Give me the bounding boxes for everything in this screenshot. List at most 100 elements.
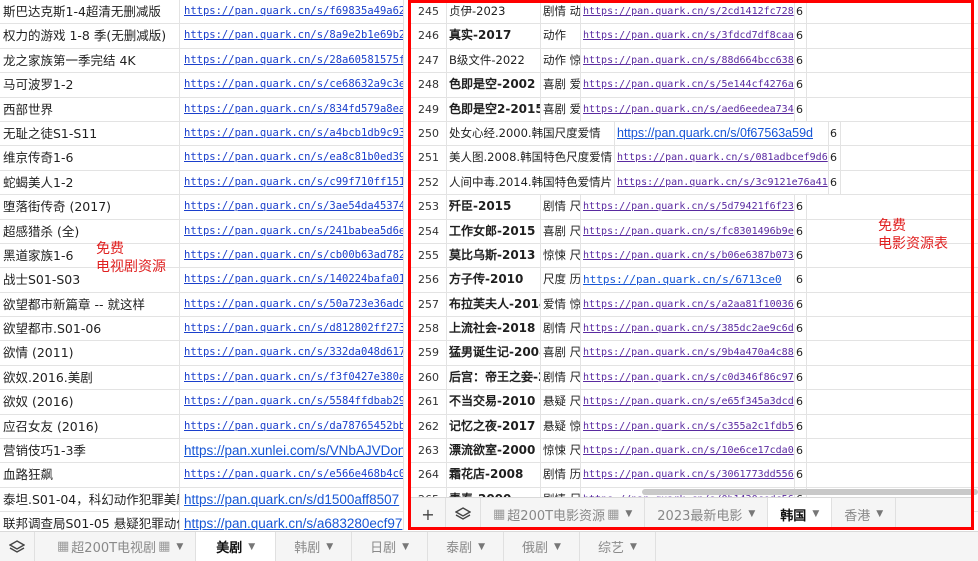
movie-link-cell[interactable]: https://pan.quark.cn/s/10e6ce17cda0 — [581, 439, 795, 463]
tv-link-cell[interactable]: https://pan.quark.cn/s/ea8c81b0ed39 — [180, 146, 404, 170]
movie-link-cell[interactable]: https://pan.quark.cn/s/c355a2c1fdb5 — [581, 414, 795, 439]
extra-cell[interactable]: 6 — [795, 341, 807, 365]
sheet-list-button[interactable] — [446, 498, 481, 530]
tv-title-cell[interactable]: 无耻之徒S1-S11 — [0, 121, 180, 146]
tv-title-cell[interactable]: 堕落街传奇 (2017) — [0, 195, 180, 219]
tv-title-cell[interactable]: 龙之家族第一季完结 4K — [0, 48, 180, 73]
movie-genre-cell[interactable]: 惊悚 尺度 家 — [541, 243, 581, 268]
movie-title-cell[interactable]: 歼臣-2015 — [447, 195, 541, 219]
tab-korea[interactable]: 韩国 ▼ — [768, 498, 833, 530]
movie-genre-cell[interactable]: 喜剧 爱情 月 — [541, 97, 581, 121]
tv-title-cell[interactable]: 欲奴.2016.美剧 — [0, 365, 180, 390]
tv-title-cell[interactable]: 蛇蝎美人1-2 — [0, 170, 180, 195]
movie-genre-cell[interactable]: 尺度 历史 — [541, 268, 581, 292]
tv-link-cell[interactable]: https://pan.quark.cn/s/241babea5d6e — [180, 219, 404, 243]
tab-2023-movies[interactable]: 2023最新电影 ▼ — [645, 498, 769, 530]
empty-cell[interactable] — [807, 390, 978, 413]
tab-japanese-drama[interactable]: 日剧 ▼ — [352, 532, 429, 561]
tv-link-cell[interactable]: https://pan.quark.cn/s/f3f0427e380a — [180, 365, 404, 390]
empty-cell[interactable] — [807, 73, 978, 96]
tv-link-cell[interactable]: https://pan.quark.cn/s/d812802ff273 — [180, 317, 404, 341]
extra-cell[interactable]: 6 — [795, 365, 807, 390]
extra-cell[interactable]: 6 — [795, 439, 807, 463]
empty-cell[interactable] — [807, 24, 978, 47]
movie-title-cell[interactable]: 不当交易-2010 — [447, 390, 541, 414]
movie-link-cell[interactable]: https://pan.quark.cn/s/b06e6387b073 — [581, 243, 795, 268]
tv-title-cell[interactable]: 欲情 (2011) — [0, 341, 180, 365]
movie-title-cell[interactable]: 布拉芙夫人-2014 — [447, 292, 541, 317]
movie-genre-cell[interactable]: 喜剧 尺度 — [541, 219, 581, 243]
horizontal-scrollbar[interactable] — [642, 489, 978, 495]
tab-thai-drama[interactable]: 泰剧 ▼ — [428, 532, 505, 561]
movie-title-cell[interactable]: 猛男诞生记-2008 — [447, 341, 541, 365]
tv-link-cell[interactable]: https://pan.quark.cn/s/c99f710ff151 — [180, 170, 404, 195]
tv-title-cell[interactable]: 血路狂飙 — [0, 463, 180, 487]
movie-genre-cell[interactable]: 动作 — [541, 24, 581, 48]
tv-link-cell[interactable]: https://pan.quark.cn/s/28a60581575f — [180, 48, 404, 73]
extra-cell[interactable]: 6 — [795, 0, 807, 24]
tv-link-cell[interactable]: https://pan.quark.cn/s/50a723e36add — [180, 292, 404, 317]
tv-link-cell[interactable]: https://pan.quark.cn/s/cb00b63ad782 — [180, 243, 404, 268]
movie-title-cell[interactable]: 方子传-2010 — [447, 268, 541, 292]
movie-title-cell[interactable]: 漂流欲室-2000 — [447, 439, 541, 463]
empty-cell[interactable] — [807, 0, 978, 23]
tv-link-cell[interactable]: https://pan.quark.cn/s/d1500aff8507 — [180, 487, 404, 512]
tv-title-cell[interactable]: 欲望都市.S01-06 — [0, 317, 180, 341]
movie-title-cell[interactable]: 人间中毒.2014.韩国特色爱情片 — [447, 170, 615, 195]
tv-title-cell[interactable]: 欲奴 (2016) — [0, 390, 180, 414]
movie-title-cell[interactable]: 美人图.2008.韩国特色尺度爱情 — [447, 146, 615, 170]
empty-cell[interactable] — [841, 146, 978, 169]
tv-link-cell[interactable]: https://pan.quark.cn/s/3ae54da45374 — [180, 195, 404, 219]
extra-cell[interactable]: 6 — [795, 97, 807, 121]
sheet-list-button[interactable] — [0, 532, 35, 561]
movie-title-cell[interactable]: 色即是空-2002 — [447, 73, 541, 97]
extra-cell[interactable]: 6 — [829, 121, 841, 146]
tv-link-cell[interactable]: https://pan.quark.cn/s/140224bafa01 — [180, 268, 404, 292]
movie-link-cell[interactable]: https://pan.quark.cn/s/aed6eedea734 — [581, 97, 795, 121]
movie-genre-cell[interactable]: 喜剧 尺度 古 — [541, 341, 581, 365]
movie-link-cell[interactable]: https://pan.quark.cn/s/a2aa81f10036 — [581, 292, 795, 317]
movie-link-cell[interactable]: https://pan.quark.cn/s/88d664bcc638 — [581, 48, 795, 73]
empty-cell[interactable] — [841, 122, 978, 145]
movie-link-cell[interactable]: https://pan.quark.cn/s/e65f345a3dcd — [581, 390, 795, 414]
movie-link-cell[interactable]: https://pan.quark.cn/s/3c9121e76a41 — [615, 170, 829, 195]
movie-link-cell[interactable]: https://pan.quark.cn/s/9b4a470a4c88 — [581, 341, 795, 365]
movie-link-cell[interactable]: https://pan.quark.cn/s/0f67563a59d — [615, 121, 829, 146]
movie-link-cell[interactable]: https://pan.quark.cn/s/081adbcef9d6 — [615, 146, 829, 170]
tv-title-cell[interactable]: 联邦调查局S01-05 悬疑犯罪动作 — [0, 512, 180, 530]
extra-cell[interactable]: 6 — [795, 268, 807, 292]
movie-genre-cell[interactable]: 剧情 动作 科 — [541, 0, 581, 24]
empty-cell[interactable] — [807, 341, 978, 364]
tv-link-cell[interactable]: https://pan.quark.cn/s/f69835a49a62 — [180, 0, 404, 24]
extra-cell[interactable]: 6 — [795, 317, 807, 341]
tab-russian-drama[interactable]: 俄剧 ▼ — [504, 532, 580, 561]
movie-title-cell[interactable]: 贞伊-2023 — [447, 0, 541, 24]
empty-cell[interactable] — [807, 293, 978, 316]
tv-title-cell[interactable]: 马可波罗1-2 — [0, 73, 180, 97]
movie-genre-cell[interactable]: 惊悚 尺度 — [541, 439, 581, 463]
movie-link-cell[interactable]: https://pan.quark.cn/s/5e144cf4276a — [581, 73, 795, 97]
movie-link-cell[interactable]: https://pan.quark.cn/s/6713ce0 — [581, 268, 795, 292]
tab-us-drama[interactable]: 美剧 ▼ — [196, 532, 277, 561]
movie-title-cell[interactable]: 记忆之夜-2017 — [447, 414, 541, 439]
movie-genre-cell[interactable]: 剧情 历史 — [541, 463, 581, 487]
empty-cell[interactable] — [841, 171, 978, 194]
movie-link-cell[interactable]: https://pan.quark.cn/s/3061773dd556 — [581, 463, 795, 487]
movie-genre-cell[interactable]: 剧情 尺度 | — [541, 365, 581, 390]
tab-tv-200t[interactable]: ▦ 超200T电视剧 ▦ ▼ — [35, 532, 197, 561]
movie-genre-cell[interactable]: 剧情 尺度 — [541, 317, 581, 341]
movie-title-cell[interactable]: 霜花店-2008 — [447, 463, 541, 487]
movie-genre-cell[interactable]: 爱情 惊悚 ; — [541, 292, 581, 317]
tab-hongkong[interactable]: 香港 ▼ — [832, 498, 897, 530]
empty-cell[interactable] — [807, 317, 978, 340]
extra-cell[interactable]: 6 — [795, 390, 807, 414]
tv-link-cell[interactable]: https://pan.quark.cn/s/e566e468b4c0 — [180, 463, 404, 487]
extra-cell[interactable]: 6 — [795, 243, 807, 268]
tv-link-cell[interactable]: https://pan.xunlei.com/s/VNbAJVDonl — [180, 439, 404, 463]
tv-title-cell[interactable]: 营销伎巧1-3季 — [0, 439, 180, 463]
tv-link-cell[interactable]: https://pan.quark.cn/s/5584ffdbab29 — [180, 390, 404, 414]
movie-link-cell[interactable]: https://pan.quark.cn/s/fc8301496b9e — [581, 219, 795, 243]
movie-title-cell[interactable]: 工作女郎-2015 — [447, 219, 541, 243]
tv-link-cell[interactable]: https://pan.quark.cn/s/332da048d617 — [180, 341, 404, 365]
tv-title-cell[interactable]: 西部世界 — [0, 97, 180, 121]
